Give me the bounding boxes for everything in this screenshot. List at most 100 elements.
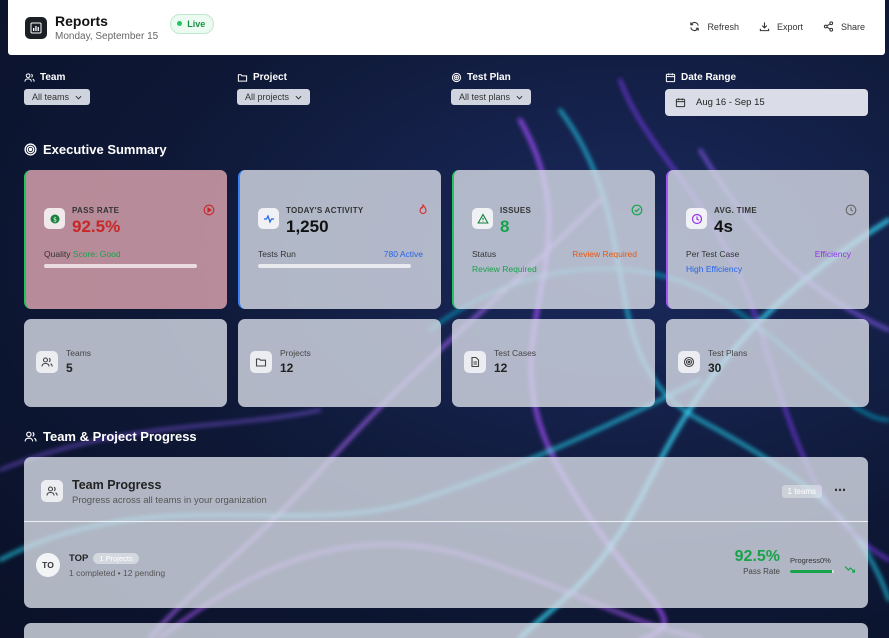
target-icon	[24, 143, 37, 156]
team-pass-rate-label: Pass Rate	[743, 567, 780, 576]
stat-value: 12	[494, 361, 507, 375]
users-icon	[24, 430, 37, 443]
stat-value: 12	[280, 361, 293, 375]
test-plan-select-value: All test plans	[459, 92, 510, 102]
projects-tag: 1 Projects	[93, 553, 138, 564]
kpi-label: TODAY'S ACTIVITY	[286, 206, 364, 215]
kpi-detail-right: Review Required	[572, 249, 637, 259]
team-project-progress-heading: Team & Project Progress	[24, 429, 197, 444]
team-row[interactable]: TO TOP 1 Projects 1 completed • 12 pendi…	[24, 522, 868, 608]
target-icon	[451, 72, 462, 83]
project-select-value: All projects	[245, 92, 289, 102]
kpi-detail-left: Tests Run	[258, 249, 296, 259]
test-plan-filter: Test Plan All test plans	[451, 72, 531, 105]
page-date: Monday, September 15	[55, 31, 158, 42]
project-select[interactable]: All projects	[237, 89, 310, 105]
date-range-label: Date Range	[681, 72, 736, 83]
kpi-detail-row: Status Review Required	[472, 249, 637, 259]
team-progress-title: Team Progress	[72, 478, 161, 492]
kpi-detail-right: 780 Active	[384, 249, 423, 259]
activity-icon	[258, 208, 279, 229]
kpi-detail-highlight: Score: Good	[73, 249, 121, 259]
chevron-down-icon	[295, 95, 302, 100]
reports-logo-icon	[25, 17, 47, 39]
team-progress-subtitle: Progress across all teams in your organi…	[72, 495, 267, 506]
kpi-card-avg-time[interactable]: AVG. TIME 4s Per Test Case Efficiency Hi…	[666, 170, 869, 309]
team-progress-card: Team Progress Progress across all teams …	[24, 457, 868, 608]
project-filter-label: Project	[253, 72, 287, 83]
folder-icon	[250, 351, 272, 373]
flame-icon	[417, 203, 429, 221]
kpi-detail-prefix: Quality	[44, 249, 73, 259]
share-icon	[823, 21, 834, 32]
date-range-filter: Date Range Aug 16 - Sep 15	[665, 72, 868, 116]
top-header: Reports Monday, September 15 Live Refres…	[8, 0, 885, 55]
refresh-label: Refresh	[707, 22, 739, 32]
avatar: TO	[36, 553, 60, 577]
kpi-card-todays-activity[interactable]: TODAY'S ACTIVITY 1,250 Tests Run 780 Act…	[238, 170, 441, 309]
stat-card-test-cases[interactable]: Test Cases 12	[452, 319, 655, 407]
play-circle-icon	[203, 203, 215, 221]
kpi-detail-secondary: High Efficiency	[686, 264, 742, 274]
pass-rate-progress-bar	[44, 264, 197, 268]
trend-down-icon	[844, 560, 856, 578]
stat-label: Test Plans	[708, 348, 747, 358]
kpi-detail-left: Per Test Case	[686, 249, 739, 259]
team-name-row: TOP 1 Projects	[69, 553, 139, 564]
kpi-detail-row: Quality Score: Good	[44, 249, 209, 259]
teams-count-badge: 1 teams	[782, 485, 822, 498]
file-icon	[464, 351, 486, 373]
kpi-detail-row: Tests Run 780 Active	[258, 249, 423, 259]
share-label: Share	[841, 22, 865, 32]
kpi-value: 1,250	[286, 217, 329, 237]
check-circle-icon	[631, 203, 643, 221]
clock-icon	[686, 208, 707, 229]
kpi-card-pass-rate[interactable]: $ PASS RATE 92.5% Quality Score: Good	[24, 170, 227, 309]
test-plan-select[interactable]: All test plans	[451, 89, 531, 105]
project-filter: Project All projects	[237, 72, 310, 105]
refresh-icon	[689, 21, 700, 32]
team-filter-label: Team	[40, 72, 65, 83]
stat-label: Projects	[280, 348, 311, 358]
team-select-value: All teams	[32, 92, 69, 102]
kpi-card-issues[interactable]: ISSUES 8 Status Review Required Review R…	[452, 170, 655, 309]
team-project-progress-title: Team & Project Progress	[43, 429, 197, 444]
stat-card-projects[interactable]: Projects 12	[238, 319, 441, 407]
users-icon	[24, 72, 35, 83]
team-progress-bar-fill	[790, 570, 832, 573]
live-dot-icon	[177, 21, 182, 26]
calendar-icon	[675, 97, 686, 108]
kpi-detail-secondary: Review Required	[472, 264, 537, 274]
chevron-down-icon	[516, 95, 523, 100]
warning-icon	[472, 208, 493, 229]
target-icon	[678, 351, 700, 373]
kpi-label: AVG. TIME	[714, 206, 757, 215]
test-plan-filter-label: Test Plan	[467, 72, 511, 83]
live-label: Live	[187, 19, 205, 29]
users-icon	[36, 351, 58, 373]
kpi-detail-left: Status	[472, 249, 496, 259]
stat-label: Teams	[66, 348, 91, 358]
kpi-value: 4s	[714, 217, 733, 237]
kpi-detail-right: Efficiency	[815, 249, 851, 259]
page-title: Reports	[55, 13, 158, 29]
date-range-picker[interactable]: Aug 16 - Sep 15	[665, 89, 868, 116]
team-filter: Team All teams	[24, 72, 90, 105]
live-badge: Live	[170, 14, 214, 34]
date-range-value: Aug 16 - Sep 15	[696, 97, 765, 108]
team-select[interactable]: All teams	[24, 89, 90, 105]
stat-card-test-plans[interactable]: Test Plans 30	[666, 319, 869, 407]
export-button[interactable]: Export	[759, 21, 803, 32]
team-progress-label: Progress0%	[790, 556, 831, 565]
folder-icon	[237, 72, 248, 83]
team-pass-rate: 92.5%	[735, 548, 780, 566]
share-button[interactable]: Share	[823, 21, 865, 32]
stat-value: 30	[708, 361, 721, 375]
next-section-card	[24, 623, 868, 638]
team-name: TOP	[69, 553, 88, 564]
chevron-down-icon	[75, 95, 82, 100]
svg-text:$: $	[53, 216, 57, 223]
stat-card-teams[interactable]: Teams 5	[24, 319, 227, 407]
more-options-button[interactable]: ⋯	[834, 483, 846, 497]
refresh-button[interactable]: Refresh	[689, 21, 739, 32]
